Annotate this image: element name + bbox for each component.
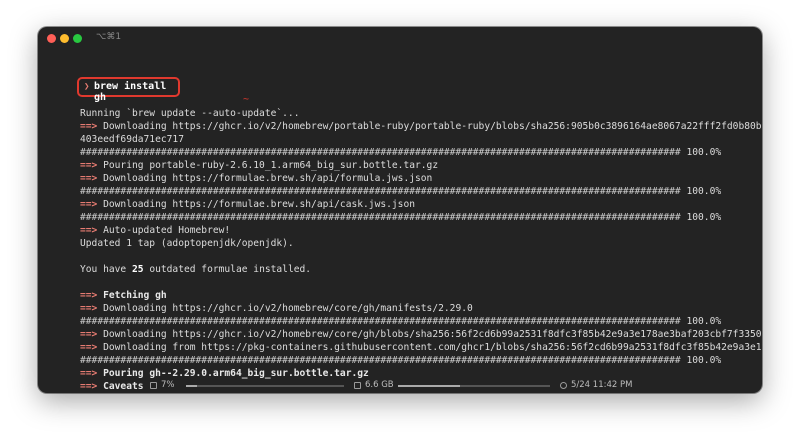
terminal-window: ⌥⌘1 ❯ brew install gh ~ Running `brew up… xyxy=(38,27,762,393)
line-text: Downloading https://ghcr.io/v2/homebrew/… xyxy=(103,121,762,132)
output-line: ########################################… xyxy=(80,354,762,367)
line-text: You have xyxy=(80,264,132,275)
memory-icon xyxy=(354,381,361,389)
tab-shortcut-label: ⌥⌘1 xyxy=(96,32,122,42)
output-line: You have 25 outdated formulae installed. xyxy=(80,263,762,276)
line-text: Downloading https://formulae.brew.sh/api… xyxy=(103,199,416,210)
progress-hashes: ########################################… xyxy=(80,316,681,327)
arrow-marker: ==> xyxy=(80,199,98,210)
datetime-value: 5/24 11:42 PM xyxy=(571,380,633,390)
title-bar: ⌥⌘1 xyxy=(38,27,762,51)
minimize-window-button[interactable] xyxy=(60,34,69,43)
cpu-value: 7% xyxy=(161,380,175,390)
line-text: Running `brew update --auto-update`... xyxy=(80,108,300,119)
progress-hashes: ########################################… xyxy=(80,186,681,197)
line-text: Pouring portable-ruby-2.6.10_1.arm64_big… xyxy=(103,160,439,171)
memory-indicator: 6.6 GB xyxy=(354,380,394,390)
outdated-count: 25 xyxy=(131,264,144,275)
cpu-usage-bar xyxy=(186,385,344,387)
arrow-marker: ==> xyxy=(80,290,98,301)
arrow-marker: ==> xyxy=(80,173,98,184)
progress-percent: 100.0% xyxy=(686,316,722,327)
close-window-button[interactable] xyxy=(47,34,56,43)
output-line: ==> Downloading https://ghcr.io/v2/homeb… xyxy=(80,120,762,133)
cpu-usage-fill xyxy=(186,385,198,387)
output-line: 403eedf69da71ec717 xyxy=(80,133,762,146)
output-line: Running `brew update --auto-update`... xyxy=(80,107,762,120)
arrow-marker: ==> xyxy=(80,329,98,340)
memory-value: 6.6 GB xyxy=(365,380,394,390)
progress-percent: 100.0% xyxy=(686,355,722,366)
line-text: Downloading from https://pkg-containers.… xyxy=(103,342,762,353)
memory-usage-fill xyxy=(398,385,461,387)
line-text: Auto-updated Homebrew! xyxy=(103,225,231,236)
line-text: Updated 1 tap (adoptopenjdk/openjdk). xyxy=(80,238,294,249)
highlighted-command-prompt: ❯ brew install gh xyxy=(77,77,180,103)
output-line: ==> Fetching gh xyxy=(80,289,762,302)
progress-percent: 100.0% xyxy=(686,186,722,197)
cursor-mark: ~ xyxy=(243,94,250,105)
typed-command: brew install gh xyxy=(94,81,167,103)
output-line: ==> Downloading https://formulae.brew.sh… xyxy=(80,198,762,211)
progress-percent: 100.0% xyxy=(686,147,722,158)
cpu-icon xyxy=(150,381,157,389)
line-text: 403eedf69da71ec717 xyxy=(80,134,184,145)
clock-icon xyxy=(560,381,567,389)
output-line: ==> Downloading https://ghcr.io/v2/homeb… xyxy=(80,328,762,341)
line-text: Downloading https://formulae.brew.sh/api… xyxy=(103,173,433,184)
status-bar: 7% 6.6 GB 5/24 11:42 PM xyxy=(38,378,762,393)
line-text: Downloading https://ghcr.io/v2/homebrew/… xyxy=(103,329,762,340)
progress-percent: 100.0% xyxy=(686,212,722,223)
output-line: ########################################… xyxy=(80,211,762,224)
memory-usage-bar xyxy=(398,385,550,387)
progress-hashes: ########################################… xyxy=(80,212,681,223)
arrow-marker: ==> xyxy=(80,225,98,236)
progress-hashes: ########################################… xyxy=(80,147,681,158)
arrow-marker: ==> xyxy=(80,121,98,132)
line-text: Fetching gh xyxy=(103,290,167,301)
progress-hashes: ########################################… xyxy=(80,355,681,366)
line-text: outdated formulae installed. xyxy=(143,264,312,275)
output-line: ########################################… xyxy=(80,185,762,198)
output-line: ==> Auto-updated Homebrew! xyxy=(80,224,762,237)
output-line: Updated 1 tap (adoptopenjdk/openjdk). xyxy=(80,237,762,250)
output-line: ==> Downloading https://ghcr.io/v2/homeb… xyxy=(80,302,762,315)
arrow-marker: ==> xyxy=(80,342,98,353)
output-line: ########################################… xyxy=(80,146,762,159)
output-line: ==> Downloading https://formulae.brew.sh… xyxy=(80,172,762,185)
datetime-indicator: 5/24 11:42 PM xyxy=(560,380,632,390)
line-text: Downloading https://ghcr.io/v2/homebrew/… xyxy=(103,303,473,314)
prompt-chevron-icon: ❯ xyxy=(84,82,90,92)
output-line: ==> Downloading from https://pkg-contain… xyxy=(80,341,762,354)
arrow-marker: ==> xyxy=(80,160,98,171)
output-line: ==> Pouring portable-ruby-2.6.10_1.arm64… xyxy=(80,159,762,172)
cpu-indicator: 7% xyxy=(150,380,175,390)
arrow-marker: ==> xyxy=(80,303,98,314)
output-line: ########################################… xyxy=(80,315,762,328)
maximize-window-button[interactable] xyxy=(73,34,82,43)
terminal-output[interactable]: Running `brew update --auto-update`... ==… xyxy=(80,107,762,393)
